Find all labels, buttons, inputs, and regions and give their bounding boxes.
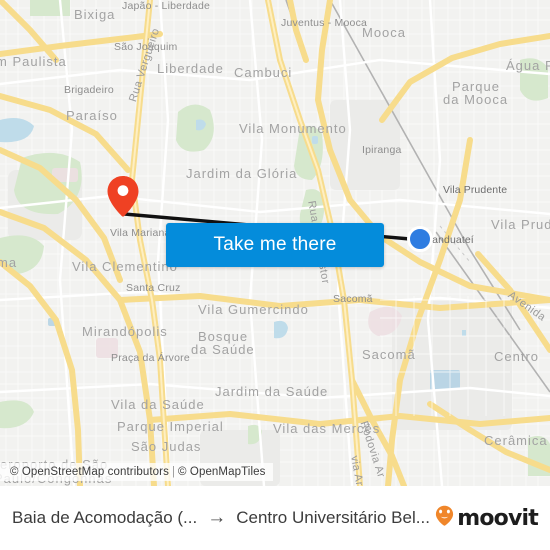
trip-summary: Baia de Acomodação (... → Centro Univers…: [12, 507, 435, 529]
map-attribution: © OpenStreetMap contributors | © OpenMapTi…: [0, 463, 274, 481]
arrow-right-icon: →: [207, 507, 227, 528]
destination-stop-dot[interactable]: [407, 226, 433, 252]
origin-pin[interactable]: [106, 174, 140, 218]
moovit-wordmark: moovit: [457, 505, 539, 531]
attribution-separator: |: [171, 466, 176, 478]
moovit-logo[interactable]: moovit: [435, 505, 539, 531]
take-me-there-button[interactable]: Take me there: [166, 223, 384, 267]
moovit-pin-smiley-icon: [435, 505, 454, 531]
moovit-map-screenshot: Bixiga Japão - Liberdade São Joaquim Liberd…: [0, 0, 550, 550]
trip-origin-label: Baia de Acomodação (...: [12, 508, 198, 527]
map-canvas[interactable]: Bixiga Japão - Liberdade São Joaquim Liberd…: [0, 0, 550, 486]
openmaptiles-attribution-link[interactable]: © OpenMapTiles: [178, 466, 265, 478]
trip-destination-label: Centro Universitário Bel...: [236, 508, 430, 527]
trip-footer: Baia de Acomodação (... → Centro Univers…: [0, 486, 550, 550]
osm-attribution-link[interactable]: © OpenStreetMap contributors: [10, 466, 169, 478]
